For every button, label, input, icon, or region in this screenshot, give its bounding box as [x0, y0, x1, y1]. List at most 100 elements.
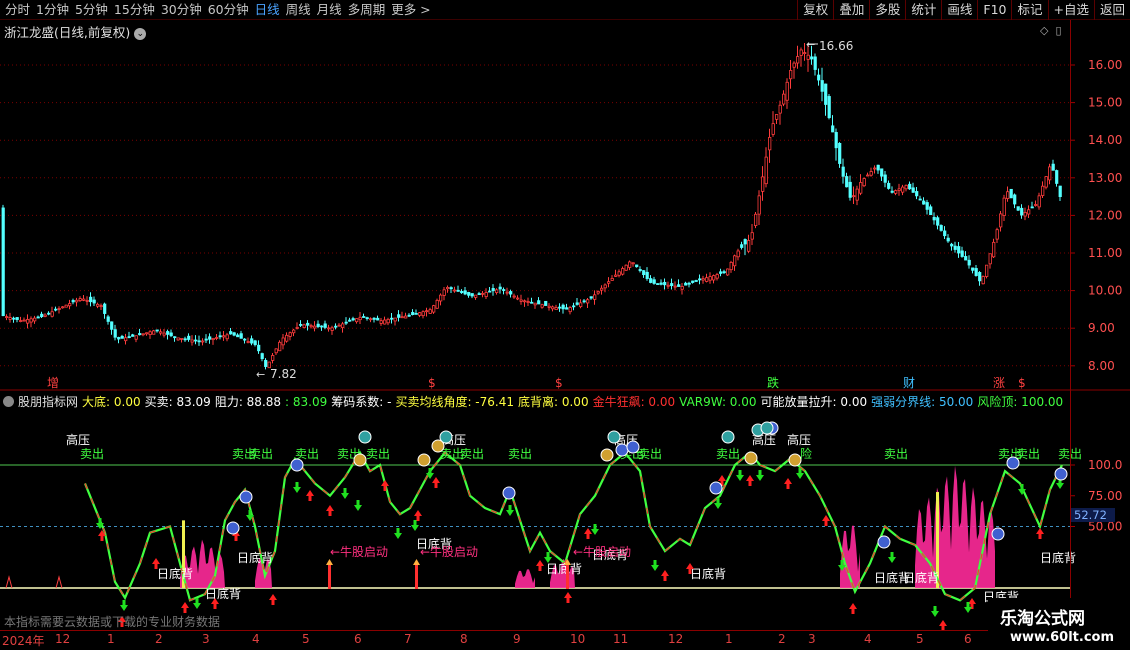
candle-body — [565, 307, 569, 310]
candle-body — [561, 304, 565, 310]
candle-body — [400, 316, 404, 319]
right-axis — [1070, 20, 1130, 630]
candle-body — [579, 302, 583, 308]
candle-body — [855, 188, 859, 201]
candle-body — [596, 291, 600, 294]
candle-body — [817, 74, 821, 81]
candle-body — [257, 344, 261, 352]
candle-body — [85, 299, 89, 302]
candle-body — [225, 334, 229, 340]
candle-body — [698, 278, 702, 281]
money-bag-icon — [417, 453, 431, 467]
candle-body — [344, 321, 348, 324]
bull-start-flag — [326, 559, 333, 565]
candle-body — [1023, 211, 1027, 217]
sell-arrow-icon — [341, 488, 349, 499]
candle-body — [43, 314, 47, 317]
low-price-marker: 7.82 — [270, 367, 297, 381]
candle-body — [64, 304, 68, 308]
candle-body — [1002, 197, 1006, 216]
candle-body — [120, 335, 124, 339]
buy-arrow-icon — [381, 480, 389, 491]
candle-body — [540, 304, 544, 308]
candle-body — [323, 323, 327, 328]
candle-body — [894, 190, 898, 194]
candle-body — [841, 166, 845, 177]
candle-body — [652, 279, 656, 284]
candle-body — [208, 336, 212, 340]
candle-body — [995, 229, 999, 240]
candle-body — [50, 311, 54, 317]
daily-divergence-label: 日底背 — [157, 566, 193, 581]
sad-face-icon — [615, 443, 629, 457]
candle-body — [236, 334, 240, 338]
candle-body — [981, 276, 985, 285]
candle-body — [575, 302, 579, 305]
chart-canvas[interactable]: 16.0015.0014.0013.0012.0011.0010.009.008… — [0, 0, 1130, 650]
candle-body — [176, 337, 180, 341]
candle-body — [691, 280, 695, 283]
buy-arrow-icon — [1036, 528, 1044, 539]
candle-body — [684, 282, 688, 286]
date-label: 5 — [302, 632, 310, 646]
candle-body — [218, 335, 222, 338]
high-pressure-label: 高压 — [787, 432, 811, 447]
candle-body — [369, 318, 373, 321]
candle-body — [491, 288, 495, 292]
candle-body — [1, 207, 5, 317]
daily-divergence-label: 日底背 — [903, 570, 939, 585]
candle-body — [771, 123, 775, 135]
candle-body — [754, 213, 758, 226]
candle-body — [547, 305, 551, 308]
candle-body — [831, 125, 835, 133]
indicator-name[interactable]: 股朋指标网 — [18, 395, 78, 409]
candle-body — [456, 289, 460, 292]
candle-body — [533, 302, 537, 306]
candle-body — [974, 268, 978, 276]
candle-body — [663, 281, 667, 286]
candle-body — [260, 353, 264, 360]
candle-body — [824, 83, 828, 105]
candle-body — [1037, 195, 1041, 208]
event-marker: 增 — [47, 376, 59, 390]
high-marker-arrow: ← — [806, 38, 815, 51]
candle-body — [519, 299, 523, 302]
candle-body — [666, 284, 670, 287]
candle-body — [582, 300, 586, 303]
candle-body — [782, 93, 786, 105]
date-label: 1 — [107, 632, 115, 646]
date-label: 4 — [252, 632, 260, 646]
candle-body — [929, 206, 933, 216]
candle-body — [134, 335, 138, 340]
indicator-field: 底背离: 0.00 — [518, 395, 589, 409]
candle-body — [106, 316, 110, 322]
candle-body — [509, 291, 513, 295]
candle-body — [978, 272, 982, 282]
candle-body — [834, 132, 838, 149]
candle-body — [915, 191, 919, 197]
candle-body — [365, 317, 369, 320]
candle-body — [8, 317, 12, 320]
candle-body — [1044, 176, 1048, 188]
date-label: 3 — [808, 632, 816, 646]
candle-body — [897, 188, 901, 191]
candle-body — [274, 348, 278, 354]
indicator-menu-icon[interactable] — [3, 396, 14, 407]
candle-body — [460, 290, 464, 294]
buy-arrow-icon — [181, 602, 189, 613]
candle-body — [971, 267, 975, 271]
candle-body — [467, 292, 471, 296]
indicator-header: 股朋指标网 大底: 0.00 买卖: 83.09 阻力: 88.88: 83.09 筹码… — [0, 393, 1070, 409]
sad-face-icon — [290, 458, 304, 472]
watermark-url: www.60lt.com — [1010, 630, 1115, 645]
candle-body — [390, 317, 394, 320]
candle-body — [1009, 188, 1013, 199]
candle-body — [953, 245, 957, 250]
candle-body — [1027, 209, 1031, 215]
candle-body — [117, 337, 121, 340]
event-marker: 跌 — [767, 375, 779, 390]
candle-body — [715, 274, 719, 279]
candle-body — [152, 330, 156, 335]
low-marker-arrow: ← — [256, 368, 265, 381]
candle-body — [71, 300, 75, 303]
